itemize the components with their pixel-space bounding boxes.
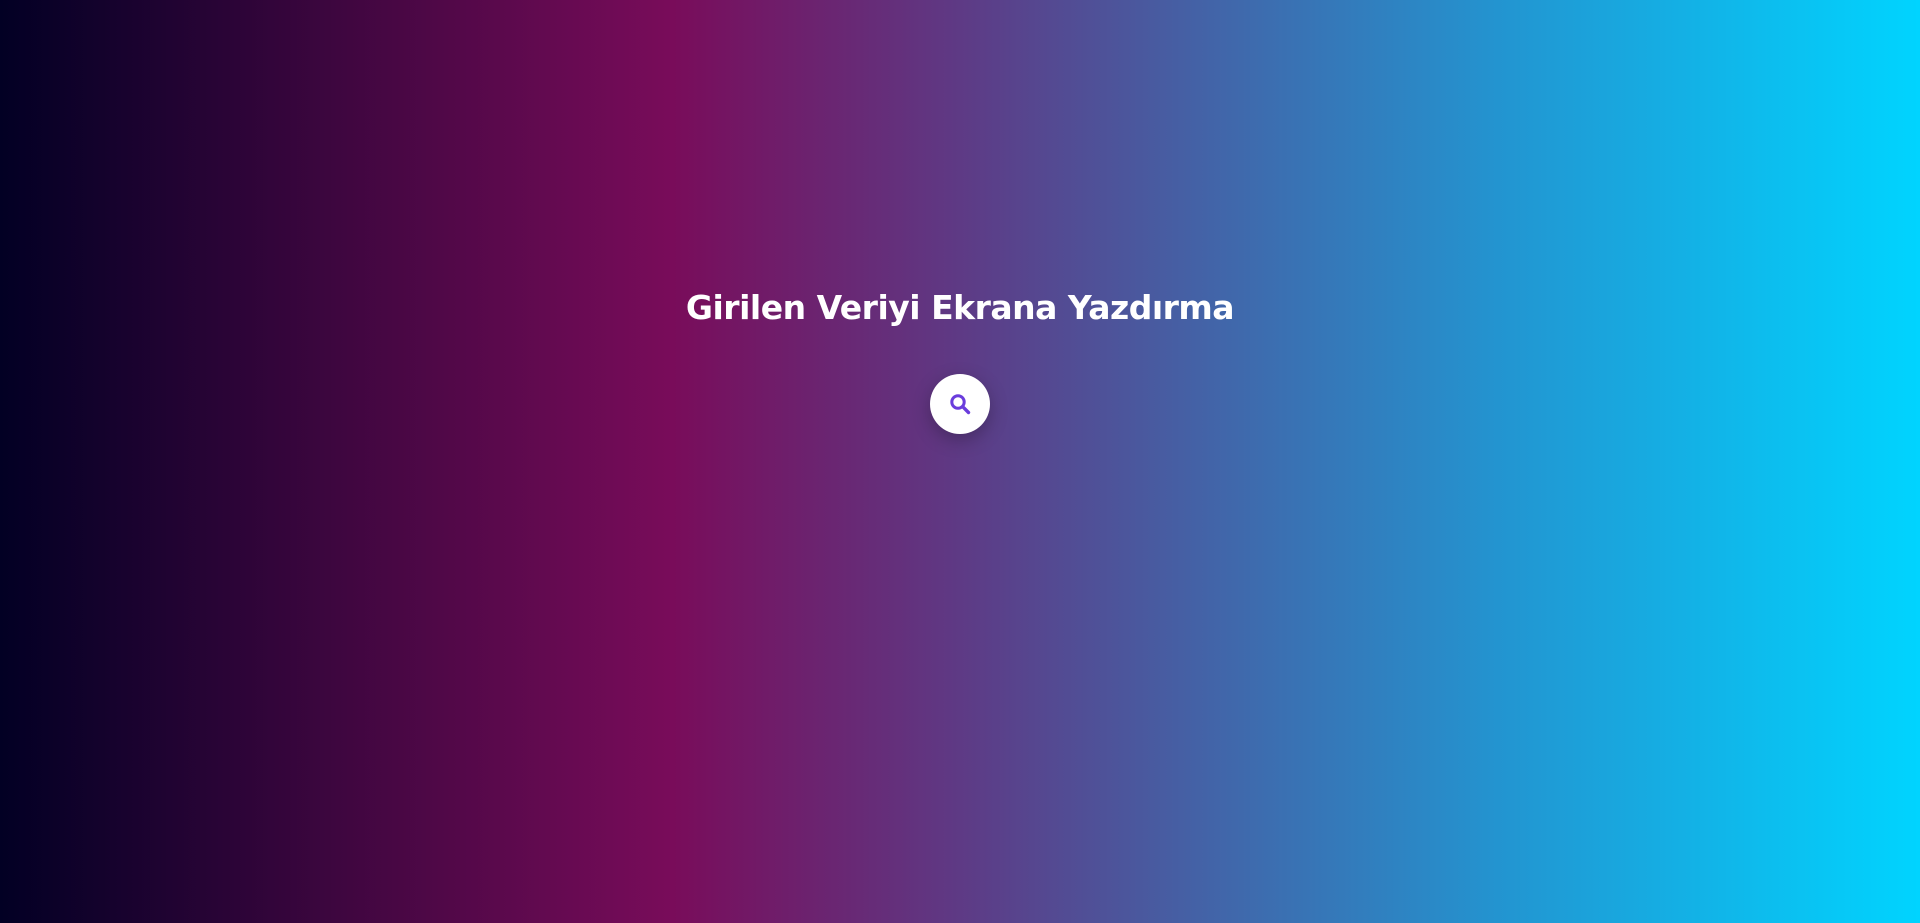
search-icon — [948, 392, 972, 416]
page-container: Girilen Veriyi Ekrana Yazdırma — [0, 0, 1920, 923]
page-title: Girilen Veriyi Ekrana Yazdırma — [685, 288, 1235, 327]
search-button[interactable] — [930, 374, 990, 434]
